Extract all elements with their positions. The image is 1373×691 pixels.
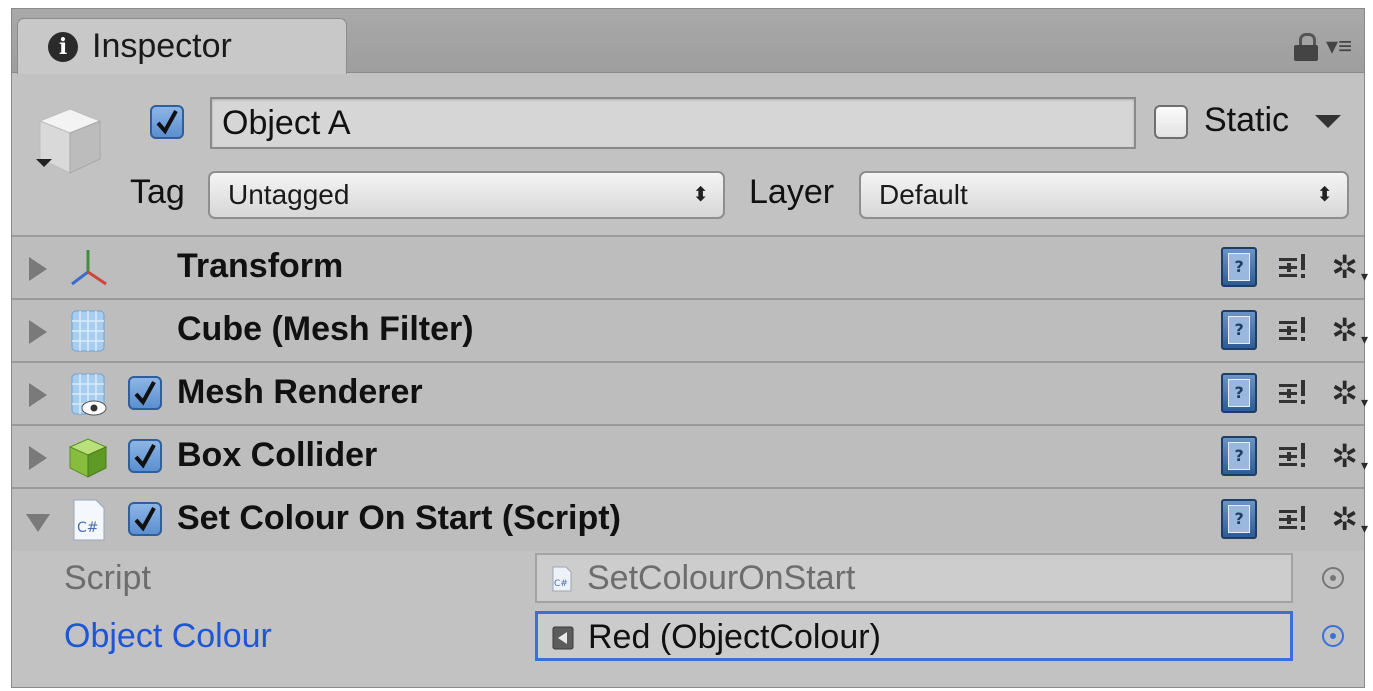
settings-gear-icon[interactable]: ✲ ▾	[1331, 503, 1368, 535]
layer-value: Default	[879, 179, 968, 210]
component-transform[interactable]: Transform ? ✲ ▾	[12, 235, 1368, 298]
presets-icon[interactable]	[1277, 502, 1311, 536]
object-picker-icon	[1322, 567, 1344, 589]
active-toggle[interactable]	[150, 105, 184, 139]
object-colour-label: Object Colour	[64, 617, 272, 655]
scriptable-object-icon	[552, 626, 574, 650]
tag-value: Untagged	[228, 179, 350, 210]
static-label: Static	[1204, 101, 1290, 139]
box-collider-icon	[68, 438, 108, 478]
tab-tools: ▾≡	[1293, 33, 1352, 61]
object-colour-field[interactable]: Red (ObjectColour)	[535, 611, 1293, 661]
csharp-script-icon: C#	[73, 499, 105, 541]
tag-label: Tag	[130, 173, 185, 211]
settings-gear-icon[interactable]: ✲ ▾	[1331, 440, 1368, 472]
csharp-script-icon: C#	[552, 566, 572, 592]
script-reference-field: C# SetColourOnStart	[535, 553, 1293, 603]
layer-dropdown[interactable]: Default ⬍	[859, 171, 1349, 219]
settings-gear-icon[interactable]: ✲ ▾	[1331, 377, 1368, 409]
object-header: Object A Static Tag Untagged ⬍ Layer Def…	[12, 73, 1364, 235]
tag-dropdown[interactable]: Untagged ⬍	[208, 171, 725, 219]
component-title: Mesh Renderer	[177, 373, 423, 411]
dropdown-arrows-icon: ⬍	[692, 184, 709, 206]
object-colour-value: Red (ObjectColour)	[588, 618, 881, 656]
component-mesh-renderer[interactable]: Mesh Renderer ? ✲ ▾	[12, 361, 1368, 424]
layer-label: Layer	[749, 173, 835, 211]
static-checkbox[interactable]	[1154, 105, 1188, 139]
help-book-icon[interactable]: ?	[1221, 310, 1258, 350]
foldout-arrow-icon[interactable]	[29, 257, 47, 281]
component-set-colour-on-start[interactable]: C# Set Colour On Start (Script) ? ✲ ▾	[12, 487, 1368, 553]
tab-inspector[interactable]: i Inspector	[17, 18, 347, 74]
object-name-input[interactable]: Object A	[210, 97, 1136, 149]
component-title: Cube (Mesh Filter)	[177, 310, 474, 348]
mesh-renderer-icon	[71, 373, 107, 416]
foldout-arrow-icon[interactable]	[29, 446, 47, 470]
lock-icon[interactable]	[1293, 33, 1318, 61]
presets-icon[interactable]	[1277, 439, 1311, 473]
gameobject-cube-icon	[36, 108, 102, 174]
mesh-filter-icon	[71, 310, 105, 352]
info-icon: i	[48, 31, 78, 62]
component-title: Transform	[177, 247, 344, 285]
tab-menu-icon[interactable]: ▾≡	[1326, 35, 1352, 59]
component-enabled-toggle[interactable]	[128, 376, 162, 410]
foldout-arrow-icon[interactable]	[26, 514, 50, 532]
static-dropdown-icon[interactable]	[1315, 115, 1341, 128]
transform-axes-icon	[71, 250, 107, 286]
help-book-icon[interactable]: ?	[1221, 247, 1258, 287]
object-picker-icon[interactable]	[1322, 625, 1344, 647]
presets-icon[interactable]	[1277, 376, 1311, 410]
script-reference-value: SetColourOnStart	[587, 559, 856, 597]
component-title: Box Collider	[177, 436, 378, 474]
foldout-arrow-icon[interactable]	[29, 320, 47, 344]
svg-text:C#: C#	[554, 579, 568, 589]
inspector-window: i Inspector ▾≡ Object A Static Tag Untag…	[11, 8, 1368, 688]
component-enabled-toggle[interactable]	[128, 439, 162, 473]
help-book-icon[interactable]: ?	[1221, 436, 1258, 476]
component-box-collider[interactable]: Box Collider ? ✲ ▾	[12, 424, 1368, 487]
settings-gear-icon[interactable]: ✲ ▾	[1331, 314, 1368, 346]
component-title: Set Colour On Start (Script)	[177, 499, 621, 537]
tab-inspector-label: Inspector	[92, 27, 232, 65]
tab-bar: i Inspector ▾≡	[12, 9, 1364, 74]
svg-text:C#: C#	[77, 520, 99, 536]
presets-icon[interactable]	[1277, 313, 1311, 347]
script-field-label: Script	[64, 559, 151, 597]
script-fields: Script C# SetColourOnStart Object Colour…	[12, 551, 1364, 687]
help-book-icon[interactable]: ?	[1221, 499, 1258, 539]
component-enabled-toggle[interactable]	[128, 502, 162, 536]
dropdown-arrows-icon: ⬍	[1316, 184, 1333, 206]
help-book-icon[interactable]: ?	[1221, 373, 1258, 413]
component-mesh-filter[interactable]: Cube (Mesh Filter) ? ✲ ▾	[12, 298, 1368, 361]
settings-gear-icon[interactable]: ✲ ▾	[1331, 251, 1368, 283]
foldout-arrow-icon[interactable]	[29, 383, 47, 407]
presets-icon[interactable]	[1277, 250, 1311, 284]
